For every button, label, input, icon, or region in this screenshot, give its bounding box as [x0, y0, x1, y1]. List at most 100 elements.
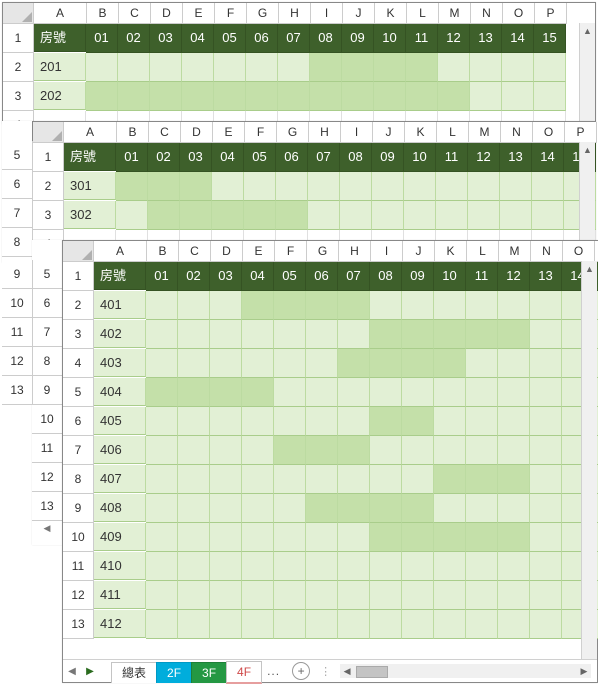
day-cell[interactable] — [338, 465, 370, 494]
day-cell[interactable] — [306, 552, 338, 581]
day-cell[interactable] — [498, 465, 530, 494]
day-cell[interactable] — [370, 552, 402, 581]
day-cell[interactable] — [530, 494, 562, 523]
row-header-12[interactable]: 12 — [32, 463, 63, 492]
column-header-P[interactable]: P — [565, 122, 597, 143]
day-cell[interactable] — [434, 494, 466, 523]
day-cell[interactable] — [278, 53, 310, 82]
day-cell[interactable] — [370, 378, 402, 407]
column-header-G[interactable]: G — [247, 3, 279, 24]
day-cell[interactable] — [436, 172, 468, 201]
day-cell[interactable] — [242, 552, 274, 581]
day-cell[interactable] — [434, 465, 466, 494]
day-cell[interactable] — [438, 53, 470, 82]
room-cell[interactable]: 201 — [34, 53, 86, 81]
day-cell[interactable] — [370, 494, 402, 523]
day-cell[interactable] — [210, 494, 242, 523]
day-cell[interactable] — [338, 407, 370, 436]
row-header-6[interactable]: 6 — [2, 170, 33, 199]
column-header-C[interactable]: C — [149, 122, 181, 143]
select-all-corner[interactable] — [33, 122, 64, 143]
day-cell[interactable] — [308, 172, 340, 201]
day-cell[interactable] — [530, 320, 562, 349]
day-cell[interactable] — [466, 552, 498, 581]
day-cell[interactable] — [434, 610, 466, 639]
day-cell[interactable] — [498, 523, 530, 552]
row-header-5[interactable]: 5 — [32, 260, 63, 289]
day-cell[interactable] — [274, 465, 306, 494]
day-cell[interactable] — [118, 82, 150, 111]
day-cell[interactable] — [214, 53, 246, 82]
day-cell[interactable] — [340, 172, 372, 201]
day-cell[interactable] — [466, 465, 498, 494]
day-cell[interactable] — [498, 291, 530, 320]
column-header-D[interactable]: D — [151, 3, 183, 24]
day-cell[interactable] — [178, 465, 210, 494]
row-header-3[interactable]: 3 — [33, 201, 64, 230]
day-cell[interactable] — [274, 291, 306, 320]
day-cell[interactable] — [210, 407, 242, 436]
room-cell[interactable]: 409 — [94, 523, 146, 551]
day-cell[interactable] — [338, 610, 370, 639]
day-cell[interactable] — [498, 349, 530, 378]
new-sheet-button[interactable]: + — [292, 662, 310, 680]
day-cell[interactable] — [532, 201, 564, 230]
day-cell[interactable] — [338, 378, 370, 407]
day-cell[interactable] — [210, 436, 242, 465]
day-cell[interactable] — [498, 494, 530, 523]
vertical-scrollbar[interactable]: ▲ — [581, 261, 597, 660]
column-header-E[interactable]: E — [213, 122, 245, 143]
day-cell[interactable] — [178, 378, 210, 407]
day-cell[interactable] — [210, 610, 242, 639]
day-cell[interactable] — [500, 201, 532, 230]
day-cell[interactable] — [146, 523, 178, 552]
column-header-L[interactable]: L — [437, 122, 469, 143]
day-cell[interactable] — [242, 465, 274, 494]
column-header-J[interactable]: J — [373, 122, 405, 143]
day-cell[interactable] — [274, 320, 306, 349]
day-cell[interactable] — [306, 610, 338, 639]
column-header-H[interactable]: H — [309, 122, 341, 143]
day-cell[interactable] — [498, 378, 530, 407]
day-cell[interactable] — [212, 201, 244, 230]
column-header-O[interactable]: O — [503, 3, 535, 24]
day-cell[interactable] — [242, 581, 274, 610]
scroll-up-icon[interactable]: ▲ — [580, 23, 595, 39]
day-cell[interactable] — [434, 407, 466, 436]
day-cell[interactable] — [274, 581, 306, 610]
row-header-7[interactable]: 7 — [63, 436, 94, 465]
room-cell[interactable]: 403 — [94, 349, 146, 377]
column-header-A[interactable]: A — [64, 122, 117, 143]
day-cell[interactable] — [370, 523, 402, 552]
column-header-M[interactable]: M — [499, 241, 531, 262]
day-cell[interactable] — [374, 53, 406, 82]
day-cell[interactable] — [530, 291, 562, 320]
day-cell[interactable] — [274, 494, 306, 523]
day-cell[interactable] — [502, 82, 534, 111]
column-header-N[interactable]: N — [471, 3, 503, 24]
tab-nav-next[interactable]: ▶ — [81, 660, 99, 682]
row-header-5[interactable]: 5 — [63, 378, 94, 407]
day-cell[interactable] — [402, 465, 434, 494]
room-cell[interactable]: 401 — [94, 291, 146, 319]
day-cell[interactable] — [466, 610, 498, 639]
column-header-L[interactable]: L — [467, 241, 499, 262]
day-cell[interactable] — [534, 82, 566, 111]
day-cell[interactable] — [466, 494, 498, 523]
day-cell[interactable] — [434, 581, 466, 610]
day-cell[interactable] — [370, 610, 402, 639]
day-cell[interactable] — [306, 407, 338, 436]
row-header-9[interactable]: 9 — [63, 494, 94, 523]
day-cell[interactable] — [530, 523, 562, 552]
day-cell[interactable] — [210, 320, 242, 349]
column-header-M[interactable]: M — [469, 122, 501, 143]
day-cell[interactable] — [370, 349, 402, 378]
day-cell[interactable] — [466, 523, 498, 552]
day-cell[interactable] — [178, 436, 210, 465]
day-cell[interactable] — [278, 82, 310, 111]
tab-4f[interactable]: 4F — [226, 661, 262, 684]
day-cell[interactable] — [530, 465, 562, 494]
day-cell[interactable] — [182, 82, 214, 111]
tab-summary[interactable]: 總表 — [111, 662, 157, 683]
day-cell[interactable] — [178, 291, 210, 320]
